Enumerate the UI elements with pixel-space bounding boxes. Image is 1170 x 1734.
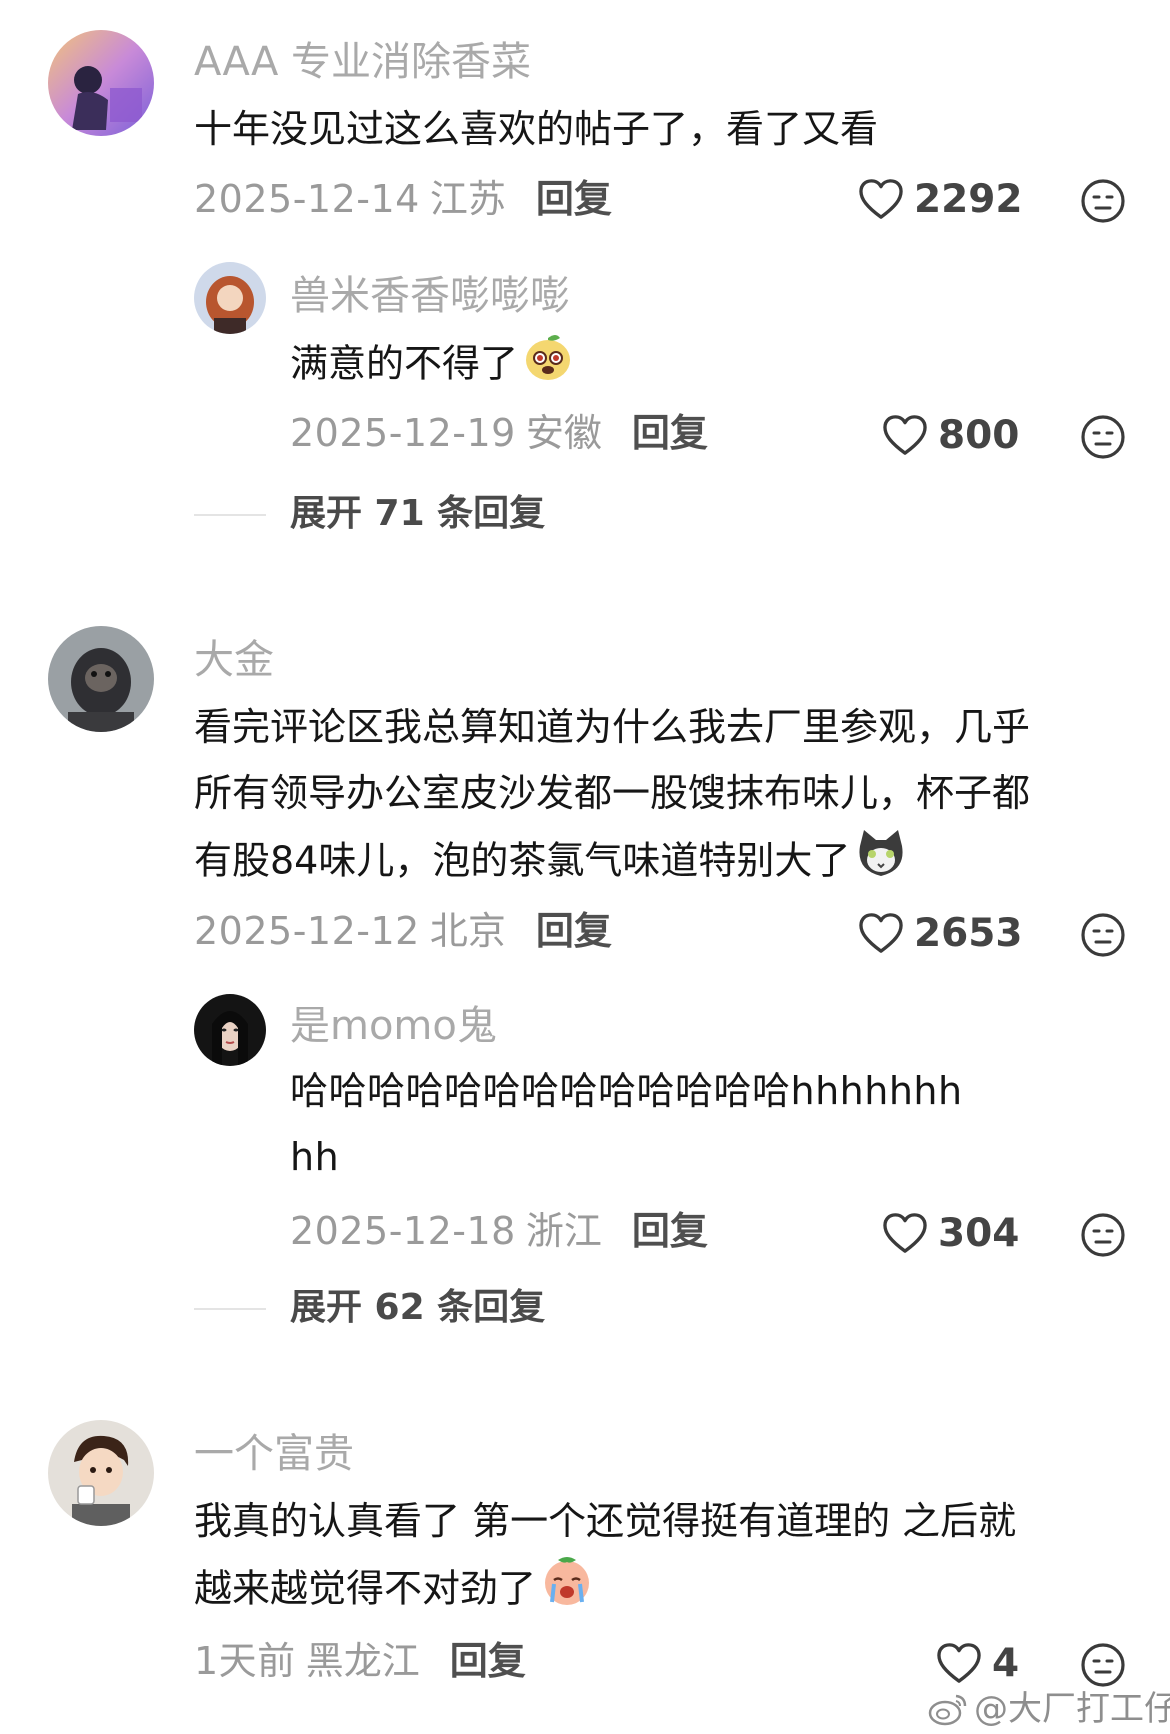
avatar[interactable] xyxy=(194,994,266,1066)
divider xyxy=(194,1308,266,1310)
avatar[interactable] xyxy=(48,626,154,732)
heart-icon xyxy=(883,415,927,455)
username[interactable]: 兽米香香嘭嘭嘭 xyxy=(290,276,570,316)
comment-text: 十年没见过这么喜欢的帖子了，看了又看 xyxy=(194,107,879,151)
crying-face-emoji xyxy=(540,1554,594,1628)
comment-date: 1天前 xyxy=(194,1639,296,1683)
like-count: 2292 xyxy=(914,176,1023,222)
comment-meta: 2025-12-19 安徽 回复 xyxy=(290,414,708,452)
comment-region: 江苏 xyxy=(429,177,506,221)
avatar[interactable] xyxy=(48,1420,154,1526)
comment-text: 我真的认真看了 第一个还觉得挺有道理的 之后就 越来越觉得不对劲了 xyxy=(194,1488,1016,1628)
expand-replies-button[interactable]: 展开 71 条回复 xyxy=(290,496,545,532)
cat-emoji xyxy=(854,826,908,900)
weibo-watermark: @大厂打工仔 xyxy=(928,1692,1170,1726)
comment-meta: 2025-12-18 浙江 回复 xyxy=(290,1212,708,1250)
like-button[interactable]: 2292 xyxy=(858,178,1023,220)
avatar[interactable] xyxy=(48,30,154,136)
pear-face-emoji xyxy=(522,330,574,402)
avatar[interactable] xyxy=(194,262,266,334)
comment-meta: 2025-12-12 北京 回复 xyxy=(194,912,612,950)
comment-text-line: 满意的不得了 xyxy=(290,341,519,386)
heart-icon xyxy=(859,913,903,953)
reply-button[interactable]: 回复 xyxy=(536,177,612,221)
like-button[interactable]: 4 xyxy=(936,1642,1019,1684)
reply-button[interactable]: 回复 xyxy=(632,1209,708,1253)
comment-text-line: 有股84味儿，泡的茶氯气味道特别大了 xyxy=(194,826,1030,900)
username[interactable]: 大金 xyxy=(194,640,274,680)
dislike-icon[interactable] xyxy=(1080,1212,1126,1258)
dislike-icon[interactable] xyxy=(1080,414,1126,460)
like-button[interactable]: 2653 xyxy=(858,912,1023,954)
comment-meta: 1天前 黑龙江 回复 xyxy=(194,1642,526,1680)
comment-text-line: 哈哈哈哈哈哈哈哈哈哈哈哈哈hhhhhhh xyxy=(290,1069,963,1113)
heart-icon xyxy=(859,179,903,219)
comment-text-line: 看完评论区我总算知道为什么我去厂里参观，几乎 xyxy=(194,705,1031,749)
comment-text: 满意的不得了 xyxy=(290,330,574,402)
dislike-icon[interactable] xyxy=(1080,178,1126,224)
dislike-icon[interactable] xyxy=(1080,912,1126,958)
expand-replies-button[interactable]: 展开 62 条回复 xyxy=(290,1290,545,1326)
comment-meta: 2025-12-14 江苏 回复 xyxy=(194,180,612,218)
username[interactable]: AAA 专业消除香菜 xyxy=(194,42,531,82)
dislike-icon[interactable] xyxy=(1080,1642,1126,1688)
comment-date: 2025-12-14 xyxy=(194,177,420,221)
comment-text-line: 我真的认真看了 第一个还觉得挺有道理的 之后就 xyxy=(194,1499,1017,1543)
comment-list: AAA 专业消除香菜 十年没见过这么喜欢的帖子了，看了又看 2025-12-14… xyxy=(0,0,1170,1734)
comment-date: 2025-12-19 xyxy=(290,411,516,455)
reply-button[interactable]: 回复 xyxy=(536,909,612,953)
like-button[interactable]: 304 xyxy=(882,1212,1019,1254)
comment-text-segment: 有股84味儿，泡的茶氯气味道特别大了 xyxy=(194,838,851,883)
comment-region: 北京 xyxy=(429,909,506,953)
comment-region: 黑龙江 xyxy=(305,1639,420,1683)
reply-button[interactable]: 回复 xyxy=(450,1639,526,1683)
comment-text-line: 越来越觉得不对劲了 xyxy=(194,1554,1016,1628)
comment-region: 安徽 xyxy=(525,411,602,455)
like-count: 304 xyxy=(938,1210,1020,1256)
heart-icon xyxy=(937,1643,981,1683)
comment-date: 2025-12-12 xyxy=(194,909,420,953)
watermark-text: @大厂打工仔 xyxy=(974,1689,1170,1729)
comment-text-segment: 越来越觉得不对劲了 xyxy=(194,1566,537,1611)
like-button[interactable]: 800 xyxy=(882,414,1019,456)
username[interactable]: 是momo鬼 xyxy=(290,1006,497,1046)
weibo-logo-icon xyxy=(928,1694,967,1726)
username[interactable]: 一个富贵 xyxy=(194,1434,354,1474)
like-count: 4 xyxy=(992,1640,1020,1686)
divider xyxy=(194,514,266,516)
comment-text-line: hh xyxy=(290,1135,340,1179)
comment-text: 哈哈哈哈哈哈哈哈哈哈哈哈哈hhhhhhh hh xyxy=(290,1058,963,1190)
like-count: 2653 xyxy=(914,910,1023,956)
heart-icon xyxy=(883,1213,927,1253)
comment-text-line: 所有领导办公室皮沙发都一股馊抹布味儿，杯子都 xyxy=(194,771,1031,815)
reply-button[interactable]: 回复 xyxy=(632,411,708,455)
comment-date: 2025-12-18 xyxy=(290,1209,516,1253)
like-count: 800 xyxy=(938,412,1020,458)
comment-region: 浙江 xyxy=(525,1209,602,1253)
comment-text: 看完评论区我总算知道为什么我去厂里参观，几乎 所有领导办公室皮沙发都一股馊抹布味… xyxy=(194,694,1030,900)
